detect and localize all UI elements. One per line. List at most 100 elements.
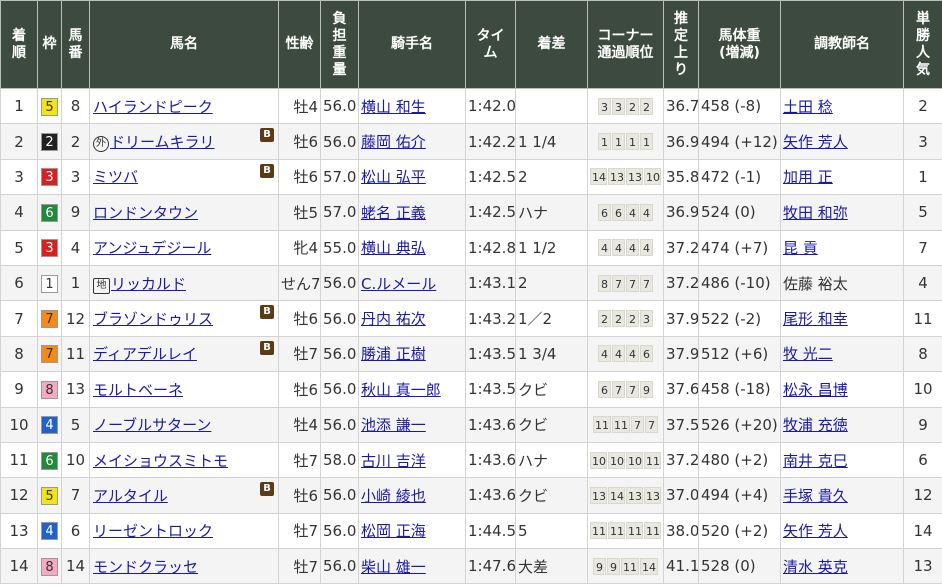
horse-name-link[interactable]: メイショウスミトモ (93, 452, 228, 470)
waku-cell: 1 (37, 264, 62, 302)
waku-badge: 7 (41, 345, 58, 364)
jockey-link[interactable]: 藤岡 佑介 (361, 133, 426, 151)
header-bodyweight: 馬体重 (増減) (698, 0, 781, 89)
corner-cell: 1111 (587, 123, 664, 160)
jockey-link[interactable]: 勝浦 正樹 (361, 345, 426, 363)
jockey-link[interactable]: 松岡 正海 (361, 522, 426, 540)
umaban-cell: 4 (61, 229, 90, 266)
sexage-cell: 牡7 (278, 548, 321, 585)
sexage-cell: 牡5 (278, 194, 321, 231)
trainer-link[interactable]: 南井 克巳 (783, 452, 848, 470)
waku-badge: 4 (41, 522, 58, 541)
corner-position: 13 (608, 168, 625, 186)
pop-cell: 9 (903, 406, 942, 443)
jockey-link[interactable]: 小崎 綾也 (361, 487, 426, 505)
table-body: 1 5 8 ハイランドピーク 牡4 56.0 横山 和生 1:42.0 3322… (0, 87, 942, 585)
horse-name-link[interactable]: アルタイル (93, 487, 168, 505)
trainer-link[interactable]: 松永 昌博 (783, 381, 848, 399)
corner-position: 1 (612, 133, 625, 151)
waku-cell: 4 (37, 512, 62, 550)
trainer-link[interactable]: 土田 稔 (783, 98, 833, 116)
corner-position: 11 (626, 522, 643, 540)
jockey-link[interactable]: 横山 典弘 (361, 239, 426, 257)
corner-positions: 11 11 7 7 (590, 416, 661, 434)
margin-cell: 2 (515, 158, 588, 196)
trainer-link[interactable]: 昆 貢 (783, 239, 818, 257)
umaban-cell: 10 (61, 441, 90, 479)
header-waku: 枠 (37, 0, 62, 89)
corner-position: 2 (598, 310, 611, 328)
last3f-cell: 37.5 (663, 406, 699, 443)
jockey-link[interactable]: 秋山 真一郎 (361, 381, 441, 399)
umaban-cell: 14 (61, 548, 90, 585)
horse-name-link[interactable]: ブラゾンドゥリス (93, 310, 213, 328)
horse-name-link[interactable]: ディアデルレイ (93, 345, 197, 363)
rank-cell: 9 (0, 371, 38, 408)
corner-position: 7 (631, 416, 644, 434)
waku-badge: 3 (41, 168, 58, 187)
horse-name-link[interactable]: リッカルド (111, 275, 186, 293)
weight-cell: 55.0 (320, 229, 359, 266)
waku-cell: 3 (37, 229, 62, 266)
corner-position: 13 (590, 486, 607, 504)
table-row: 5 3 4 アンジュデジール 牝4 55.0 横山 典弘 1:42.8 1 1/… (0, 229, 942, 266)
jockey-link[interactable]: 蛯名 正義 (361, 204, 426, 222)
jockey-link[interactable]: 丹内 祐次 (361, 310, 426, 328)
weight-cell: 57.0 (320, 194, 359, 231)
trainer-link[interactable]: 尾形 和幸 (783, 310, 848, 328)
last3f-cell: 37.9 (663, 335, 699, 373)
horse-name-link[interactable]: モンドクラッセ (93, 558, 198, 576)
trainer-link[interactable]: 加用 正 (783, 168, 833, 186)
trainer-link[interactable]: 牧田 和弥 (783, 204, 848, 222)
waku-badge: 5 (41, 486, 58, 505)
header-margin: 着差 (515, 0, 588, 89)
horse-name-link[interactable]: ノーブルサターン (93, 416, 211, 434)
corner-positions: 11 11 11 11 (590, 522, 661, 540)
trainer-link[interactable]: 手塚 貴久 (783, 487, 848, 505)
corner-cell: 11 11 7 7 (587, 406, 664, 443)
pop-cell: 13 (903, 548, 942, 585)
jockey-link[interactable]: 池添 謙一 (361, 416, 426, 434)
corner-position: 4 (612, 345, 625, 363)
horse-name-link[interactable]: ミツバ (93, 168, 138, 186)
jockey-link[interactable]: 古川 吉洋 (361, 452, 426, 470)
corner-position: 4 (626, 239, 639, 257)
jockey-link[interactable]: C.ルメール (361, 275, 436, 293)
horse-name-link[interactable]: ロンドンタウン (93, 204, 198, 222)
waku-badge: 1 (41, 274, 58, 293)
trainer-link[interactable]: 矢作 芳人 (783, 133, 848, 151)
jockey-link[interactable]: 松山 弘平 (361, 168, 426, 186)
bodyweight-cell: 458 (-18) (698, 371, 781, 408)
horse-name-link[interactable]: ドリームキラリ (110, 133, 215, 151)
trainer-link[interactable]: 牧 光二 (783, 345, 833, 363)
horse-mark: 地 (93, 277, 110, 294)
horse-name-link[interactable]: ハイランドピーク (93, 98, 213, 116)
margin-cell: 5 (515, 512, 588, 550)
jockey-link[interactable]: 横山 和生 (361, 98, 426, 116)
horse-name-link[interactable]: モルトベーネ (93, 381, 183, 399)
header-umaban: 馬番 (61, 0, 90, 89)
horse-name-cell: 外ドリームキラリ B (89, 123, 279, 160)
pop-cell: 6 (903, 441, 942, 479)
margin-cell: 1 3/4 (515, 335, 588, 373)
pop-cell: 11 (903, 300, 942, 337)
bodyweight-cell: 512 (+6) (698, 335, 781, 373)
bodyweight-cell: 494 (+12) (698, 123, 781, 160)
horse-name-link[interactable]: アンジュデジール (93, 239, 211, 257)
trainer-link[interactable]: 清水 英克 (783, 558, 848, 576)
trainer-link[interactable]: 牧浦 充徳 (783, 416, 848, 434)
sexage-cell: 牡7 (278, 441, 321, 479)
horse-name-link[interactable]: リーゼントロック (93, 522, 213, 540)
last3f-cell: 38.0 (663, 512, 699, 550)
corner-position: 6 (612, 203, 625, 221)
trainer-link[interactable]: 矢作 芳人 (783, 522, 848, 540)
sexage-cell: 牡4 (278, 87, 321, 125)
jockey-link[interactable]: 柴山 雄一 (361, 558, 426, 576)
table-row: 1 5 8 ハイランドピーク 牡4 56.0 横山 和生 1:42.0 3322… (0, 87, 942, 125)
sexage-cell: せん7 (278, 264, 321, 302)
waku-cell: 5 (37, 87, 62, 125)
umaban-cell: 7 (61, 477, 90, 514)
horse-name-cell: リーゼントロック (89, 512, 279, 550)
bodyweight-cell: 520 (+2) (698, 512, 781, 550)
rank-cell: 14 (0, 548, 38, 585)
